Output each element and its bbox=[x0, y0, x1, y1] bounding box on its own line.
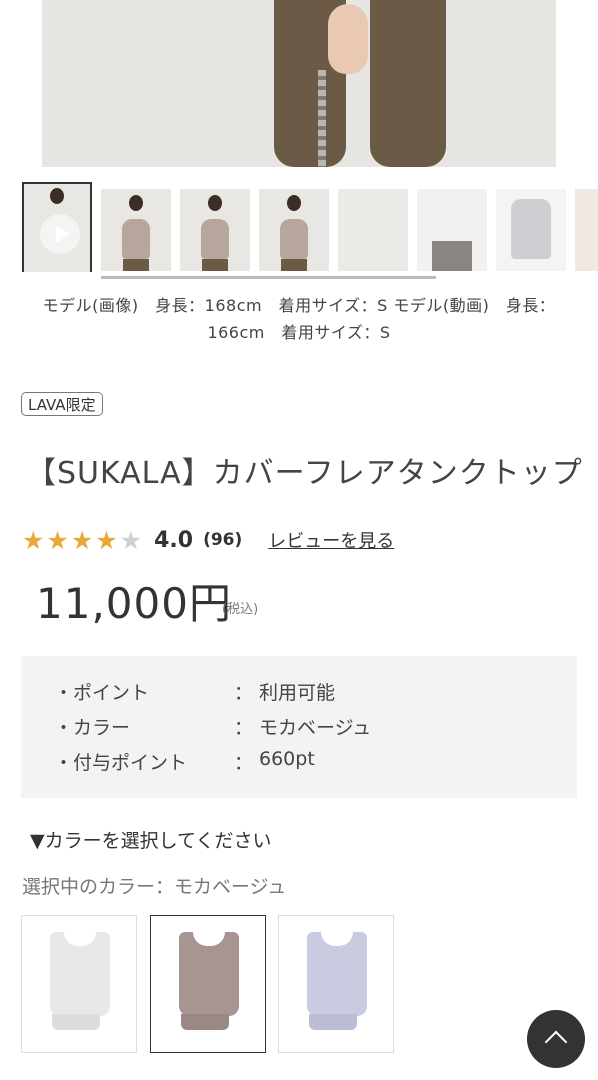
limited-badge: LAVA限定 bbox=[21, 392, 103, 416]
rating-row: ★★★★★ 4.0 (96) レビューを見る bbox=[22, 524, 394, 556]
thumbnail-front[interactable] bbox=[101, 189, 171, 271]
info-label: ・付与ポイント bbox=[54, 752, 188, 774]
color-swatch-white[interactable] bbox=[21, 915, 137, 1053]
info-value: 660pt bbox=[259, 748, 315, 770]
thumbnail-figure bbox=[287, 195, 301, 211]
thumbnail-top bbox=[201, 219, 229, 259]
thumbnail-top bbox=[511, 199, 551, 259]
info-separator: ： bbox=[234, 752, 254, 774]
thumbnail-scrollbar[interactable] bbox=[101, 276, 436, 279]
thumbnail-back[interactable] bbox=[180, 189, 250, 271]
rating-stars: ★★★★★ bbox=[22, 526, 144, 555]
tank-top-hem bbox=[181, 1014, 229, 1030]
tank-top-hem bbox=[52, 1014, 100, 1030]
thumbnail-strip[interactable] bbox=[22, 182, 598, 272]
info-value: モカベージュ bbox=[259, 717, 372, 739]
thumbnail-side[interactable] bbox=[259, 189, 329, 271]
info-value: 利用可能 bbox=[259, 682, 336, 704]
play-icon[interactable] bbox=[40, 214, 80, 254]
thumbnail-figure bbox=[50, 188, 64, 204]
thumbnail-figure bbox=[129, 195, 143, 211]
thumbnail-legs bbox=[123, 259, 149, 271]
thumbnail-hem-detail[interactable] bbox=[417, 189, 487, 271]
thumbnail-legs bbox=[281, 259, 307, 271]
thumbnail-top bbox=[122, 219, 150, 259]
thumbnail-bra-detail[interactable] bbox=[496, 189, 566, 271]
product-price: 11,000円 bbox=[36, 579, 232, 628]
info-separator: ： bbox=[234, 682, 254, 704]
thumbnail-more[interactable] bbox=[575, 189, 598, 271]
thumbnail-legs bbox=[202, 259, 228, 271]
tank-top-image bbox=[179, 932, 239, 1016]
thumbnail-neck-detail[interactable] bbox=[338, 189, 408, 271]
tank-top-image bbox=[50, 932, 110, 1016]
thumbnail-top bbox=[280, 219, 308, 259]
model-leg-right bbox=[370, 0, 446, 167]
thumbnail-video[interactable] bbox=[22, 182, 92, 272]
model-hand bbox=[328, 4, 368, 74]
star-filled-icon: ★★★★ bbox=[22, 525, 120, 555]
color-swatch-mocha-beige[interactable] bbox=[150, 915, 266, 1053]
selected-color-label: 選択中のカラー：モカベージュ bbox=[22, 876, 287, 898]
info-separator: ： bbox=[234, 717, 254, 739]
rating-score: 4.0 bbox=[154, 527, 194, 553]
review-count: (96) bbox=[203, 530, 243, 550]
info-label: ・カラー bbox=[54, 717, 131, 739]
tax-note: (税込) bbox=[222, 602, 259, 617]
color-select-heading: ▼カラーを選択してください bbox=[30, 830, 272, 852]
thumbnail-figure bbox=[208, 195, 222, 211]
product-info-box: ・ポイント ： 利用可能 ・カラー ： モカベージュ ・付与ポイント ： 660… bbox=[21, 656, 577, 798]
product-title: 【SUKALA】カバーフレアタンクトップ bbox=[26, 456, 583, 491]
model-size-caption: モデル(画像) 身長：168cm 着用サイズ：S モデル(動画) 身長：166c… bbox=[42, 296, 556, 342]
star-empty-icon: ★ bbox=[119, 525, 145, 555]
product-main-image[interactable] bbox=[42, 0, 556, 167]
tank-top-image bbox=[307, 932, 367, 1016]
leggings-stripe bbox=[318, 70, 326, 167]
thumbnail-legs bbox=[432, 241, 472, 271]
view-reviews-link[interactable]: レビューを見る bbox=[268, 527, 394, 553]
color-swatch-lavender[interactable] bbox=[278, 915, 394, 1053]
tank-top-hem bbox=[309, 1014, 357, 1030]
info-label: ・ポイント bbox=[54, 682, 150, 704]
back-to-top-button[interactable] bbox=[527, 1010, 585, 1068]
